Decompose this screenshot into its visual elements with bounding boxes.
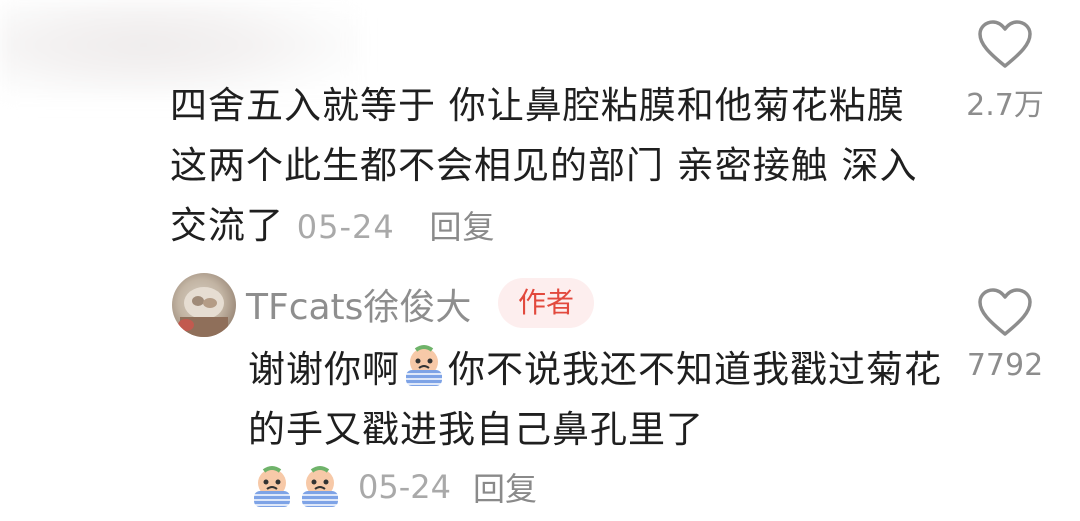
avatar[interactable]: [172, 273, 236, 337]
reply-author-name[interactable]: TFcats徐俊大: [246, 278, 471, 330]
comment-like-button[interactable]: 2.7万: [950, 20, 1060, 124]
heart-outline-icon: [978, 288, 1032, 336]
author-badge: 作者: [498, 278, 594, 328]
crying-face-emoji-icon: [302, 466, 338, 507]
reply-like-button[interactable]: 7792: [950, 288, 1060, 383]
comment-thread: 四舍五入就等于 你让鼻腔粘膜和他菊花粘膜 这两个此生都不会相见的部门 亲密接触 …: [0, 0, 1080, 521]
avatar-image: [178, 287, 228, 337]
comment-date: 05-24: [296, 208, 395, 246]
comment-text: 四舍五入就等于 你让鼻腔粘膜和他菊花粘膜 这两个此生都不会相见的部门 亲密接触 …: [170, 84, 918, 247]
crying-face-emoji-icon: [406, 345, 442, 386]
heart-outline-icon: [978, 20, 1032, 68]
comment-like-count: 2.7万: [966, 88, 1044, 123]
comment-body: 四舍五入就等于 你让鼻腔粘膜和他菊花粘膜 这两个此生都不会相见的部门 亲密接触 …: [170, 76, 930, 257]
reply-date: 05-24: [358, 468, 451, 506]
crying-face-emoji-icon: [254, 466, 290, 507]
reply-footer: 05-24 回复: [248, 462, 537, 512]
reply-reply-button[interactable]: 回复: [473, 464, 537, 510]
reply-body: 谢谢你啊 你不说我还不知道我戳过菊花的手又戳进我自己鼻孔里了: [248, 340, 948, 460]
comment-reply-button[interactable]: 回复: [430, 208, 496, 246]
reply-text-part1: 谢谢你啊: [248, 348, 400, 391]
reply-like-count: 7792: [966, 348, 1044, 383]
